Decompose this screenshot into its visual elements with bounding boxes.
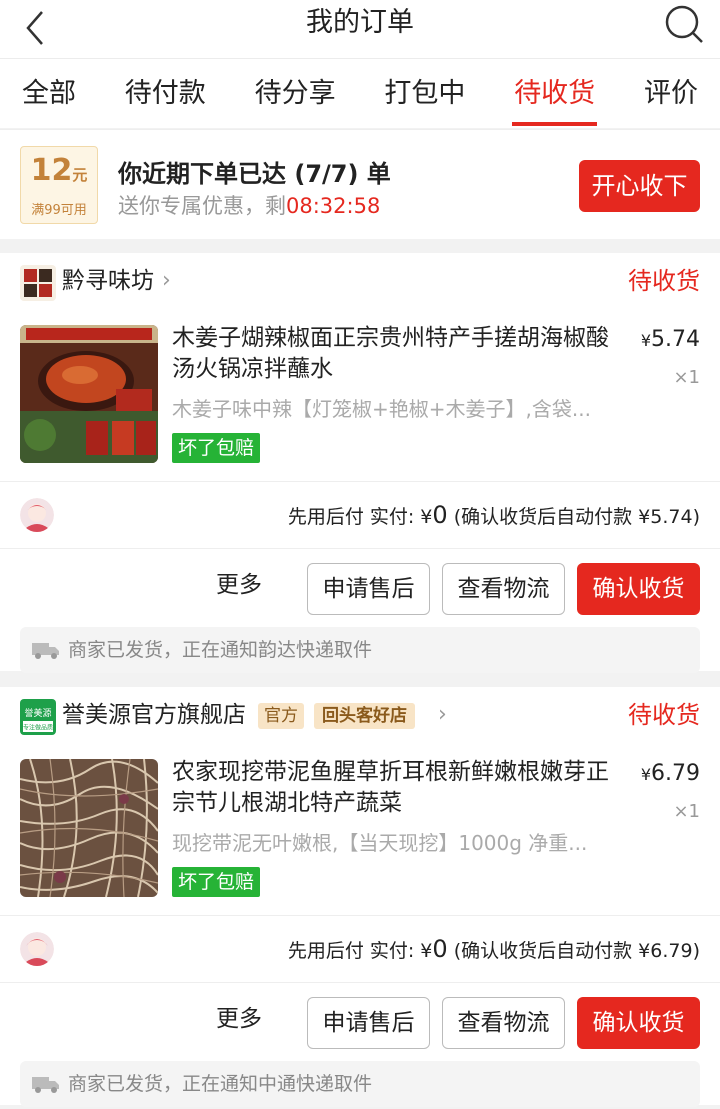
payment-row: 先用后付 实付: ¥0 (确认收货后自动付款 ¥6.79): [0, 915, 720, 983]
tab-pending-receipt[interactable]: 待收货: [512, 59, 598, 128]
coupon-value: 12: [30, 153, 73, 188]
order-status: 待收货: [628, 267, 700, 295]
promo-countdown: 08:32:58: [286, 194, 381, 218]
product-sku: 现挖带泥无叶嫩根,【当天现挖】1000g 净重...: [172, 831, 588, 855]
coupon-unit: 元: [72, 166, 88, 184]
product-sku: 木姜子味中辣【灯笼椒+艳椒+木姜子】,含袋...: [172, 397, 591, 421]
svg-text:专注做品质: 专注做品质: [23, 724, 53, 732]
price-symbol: ¥: [640, 331, 652, 350]
payment-suffix: (确认收货后自动付款 ¥6.79): [447, 940, 700, 962]
confirm-receipt-button[interactable]: 确认收货: [577, 563, 700, 615]
product-price: ¥5.74: [641, 327, 700, 352]
product-quantity: ×1: [673, 801, 700, 822]
truck-icon: [32, 1077, 59, 1093]
repeat-shop-tag: 回头客好店: [314, 703, 415, 729]
apply-aftersale-button[interactable]: 申请售后: [307, 563, 430, 615]
chevron-right-icon: ›: [162, 268, 171, 293]
logistics-notice[interactable]: 商家已发货，正在通知中通快递取件: [20, 1061, 700, 1107]
apply-aftersale-button[interactable]: 申请售后: [307, 997, 430, 1049]
guarantee-badge: 坏了包赔: [172, 867, 261, 897]
page-title: 我的订单: [306, 7, 414, 38]
payment-amount: 0: [432, 501, 448, 529]
promo-title: 你近期下单已达 (7/7) 单: [118, 160, 391, 188]
order-card: 黔寻味坊 › 待收货 木姜子煳辣椒面正宗贵州特产手搓胡海椒酸汤火锅凉拌蘸水 ¥5…: [0, 253, 720, 673]
tab-pending-share[interactable]: 待分享: [253, 59, 338, 128]
promo-subtitle-text: 送你专属优惠，剩: [118, 194, 286, 218]
shop-name: 黔寻味坊: [62, 268, 154, 294]
header: 我的订单: [0, 0, 720, 58]
tab-packing[interactable]: 打包中: [382, 59, 467, 128]
product-title[interactable]: 木姜子煳辣椒面正宗贵州特产手搓胡海椒酸汤火锅凉拌蘸水: [172, 323, 612, 385]
product-quantity: ×1: [673, 367, 700, 388]
coupon-amount: 12元: [21, 153, 97, 188]
avatar: [20, 498, 54, 532]
order-status: 待收货: [628, 701, 700, 729]
guarantee-badge: 坏了包赔: [172, 433, 261, 463]
product-image[interactable]: [20, 759, 158, 897]
view-logistics-button[interactable]: 查看物流: [442, 997, 565, 1049]
shop-logo: [20, 265, 56, 301]
view-logistics-button[interactable]: 查看物流: [442, 563, 565, 615]
promo-banner: 12元 满99可用 你近期下单已达 (7/7) 单 送你专属优惠，剩08:32:…: [0, 129, 720, 239]
order-card: 誉美源 专注做品质 誉美源官方旗舰店 官方 回头客好店 › 待收货 农家现挖带泥…: [0, 687, 720, 1107]
logistics-text: 商家已发货，正在通知中通快递取件: [68, 1073, 373, 1095]
avatar: [20, 932, 54, 966]
search-icon: [665, 5, 703, 43]
price-value: 6.79: [651, 761, 700, 786]
action-row: 更多 申请售后 查看物流 确认收货: [0, 983, 720, 1057]
logistics-notice[interactable]: 商家已发货，正在通知韵达快递取件: [20, 627, 700, 673]
tab-pending-payment[interactable]: 待付款: [123, 59, 208, 128]
coupon-card: 12元 满99可用: [20, 146, 98, 224]
logistics-text: 商家已发货，正在通知韵达快递取件: [68, 639, 373, 661]
search-button[interactable]: [662, 3, 706, 47]
shop-name: 誉美源官方旗舰店: [62, 702, 246, 728]
coupon-condition: 满99可用: [31, 203, 87, 218]
accept-coupon-button[interactable]: 开心收下: [579, 160, 700, 212]
payment-row: 先用后付 实付: ¥0 (确认收货后自动付款 ¥5.74): [0, 481, 720, 549]
product-price: ¥6.79: [641, 761, 700, 786]
product-title[interactable]: 农家现挖带泥鱼腥草折耳根新鲜嫩根嫩芽正宗节儿根湖北特产蔬菜: [172, 757, 612, 819]
svg-text:誉美源: 誉美源: [24, 707, 51, 719]
shop-row[interactable]: 黔寻味坊 › 待收货: [0, 253, 720, 307]
product-image[interactable]: [20, 325, 158, 463]
shop-row[interactable]: 誉美源 专注做品质 誉美源官方旗舰店 官方 回头客好店 › 待收货: [0, 687, 720, 741]
payment-info: 先用后付 实付: ¥0 (确认收货后自动付款 ¥5.74): [288, 500, 700, 532]
payment-prefix: 先用后付 实付: ¥: [287, 940, 433, 962]
promo-subtitle: 送你专属优惠，剩08:32:58: [118, 190, 380, 220]
more-button[interactable]: 更多: [216, 1001, 262, 1037]
shop-logo: 誉美源 专注做品质: [20, 699, 56, 735]
official-tag: 官方: [258, 703, 304, 729]
confirm-receipt-button[interactable]: 确认收货: [577, 997, 700, 1049]
price-value: 5.74: [651, 327, 700, 352]
action-row: 更多 申请售后 查看物流 确认收货: [0, 549, 720, 623]
chevron-right-icon: ›: [438, 702, 447, 727]
payment-suffix: (确认收货后自动付款 ¥5.74): [447, 506, 700, 528]
payment-amount: 0: [432, 935, 448, 963]
payment-info: 先用后付 实付: ¥0 (确认收货后自动付款 ¥6.79): [288, 934, 700, 966]
payment-prefix: 先用后付 实付: ¥: [287, 506, 433, 528]
price-symbol: ¥: [640, 765, 652, 784]
tab-review[interactable]: 评价: [642, 59, 700, 128]
more-button[interactable]: 更多: [216, 567, 262, 603]
truck-icon: [32, 643, 59, 659]
order-tabs: 全部 待付款 待分享 打包中 待收货 评价: [0, 58, 720, 128]
tab-all[interactable]: 全部: [20, 59, 78, 128]
